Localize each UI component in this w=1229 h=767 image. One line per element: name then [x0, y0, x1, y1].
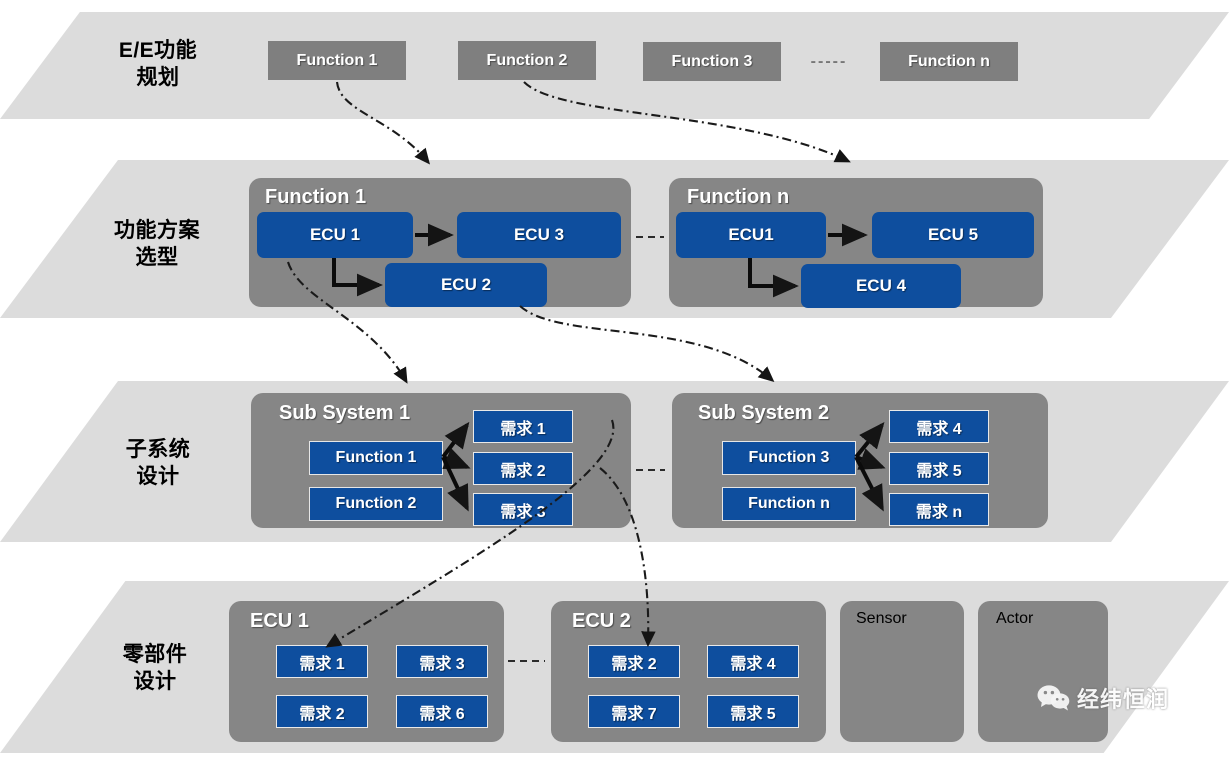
watermark: 经纬恒润	[1037, 682, 1169, 714]
subsystem-1-requirement-1[interactable]: 需求 1	[473, 410, 573, 443]
component-group-actor[interactable]: Actor	[978, 601, 1108, 742]
ecu-box-2[interactable]: ECU 2	[385, 263, 547, 307]
ecu-1-requirement-1[interactable]: 需求 1	[276, 645, 368, 678]
subsystem-1-function-2[interactable]: Function 2	[309, 487, 443, 521]
ecu-box-4[interactable]: ECU 4	[801, 264, 961, 308]
ecu-1-requirement-3[interactable]: 需求 3	[396, 645, 488, 678]
ecu-2-requirement-7[interactable]: 需求 7	[588, 695, 680, 728]
component-group-ecu-1-title: ECU 1	[250, 610, 309, 632]
wechat-icon	[1037, 685, 1070, 711]
subsystem-1-requirement-2[interactable]: 需求 2	[473, 452, 573, 485]
component-group-actor-title: Actor	[996, 610, 1034, 627]
subsystem-2-requirement-4[interactable]: 需求 4	[889, 410, 989, 443]
ecu-box-3[interactable]: ECU 3	[457, 212, 621, 258]
function-box-n[interactable]: Function n	[880, 42, 1018, 81]
subsystem-2-function-n[interactable]: Function n	[722, 487, 856, 521]
stage-label-ee-function-planning: E/E功能 规划	[118, 39, 198, 89]
watermark-text: 经纬恒润	[1077, 688, 1170, 713]
subsystem-1-function-1[interactable]: Function 1	[309, 441, 443, 475]
component-group-sensor-title: Sensor	[856, 610, 907, 627]
subsystem-2-requirement-5[interactable]: 需求 5	[889, 452, 989, 485]
ecu-1-requirement-6[interactable]: 需求 6	[396, 695, 488, 728]
ecu-box-1-fn[interactable]: ECU1	[676, 212, 826, 258]
row1-ellipsis: -----	[810, 53, 848, 70]
ecu-box-5[interactable]: ECU 5	[872, 212, 1034, 258]
ecu-box-1[interactable]: ECU 1	[257, 212, 413, 258]
ecu-1-requirement-2[interactable]: 需求 2	[276, 695, 368, 728]
subsystem-group-1-title: Sub System 1	[279, 402, 411, 424]
function-group-1-title: Function 1	[265, 186, 367, 208]
ecu-2-requirement-2[interactable]: 需求 2	[588, 645, 680, 678]
ecu-2-requirement-5[interactable]: 需求 5	[707, 695, 799, 728]
function-box-3[interactable]: Function 3	[643, 42, 781, 81]
stage-label-function-solution-selection: 功能方案 选型	[114, 219, 200, 269]
component-group-ecu-2-title: ECU 2	[572, 610, 631, 632]
function-group-n-title: Function n	[687, 186, 790, 208]
ecu-2-requirement-4[interactable]: 需求 4	[707, 645, 799, 678]
subsystem-group-2-title: Sub System 2	[698, 402, 830, 424]
stage-label-subsystem-design: 子系统 设计	[125, 438, 191, 488]
stage-label-component-design: 零部件 设计	[122, 643, 188, 693]
subsystem-1-requirement-3[interactable]: 需求 3	[473, 493, 573, 526]
function-box-1[interactable]: Function 1	[268, 41, 406, 80]
subsystem-2-requirement-n[interactable]: 需求 n	[889, 493, 989, 526]
subsystem-2-function-3[interactable]: Function 3	[722, 441, 856, 475]
component-group-sensor[interactable]: Sensor	[840, 601, 964, 742]
diagram-canvas: E/E功能 规划 功能方案 选型 子系统 设计 零部件 设计 Function …	[0, 0, 1229, 767]
function-box-2[interactable]: Function 2	[458, 41, 596, 80]
